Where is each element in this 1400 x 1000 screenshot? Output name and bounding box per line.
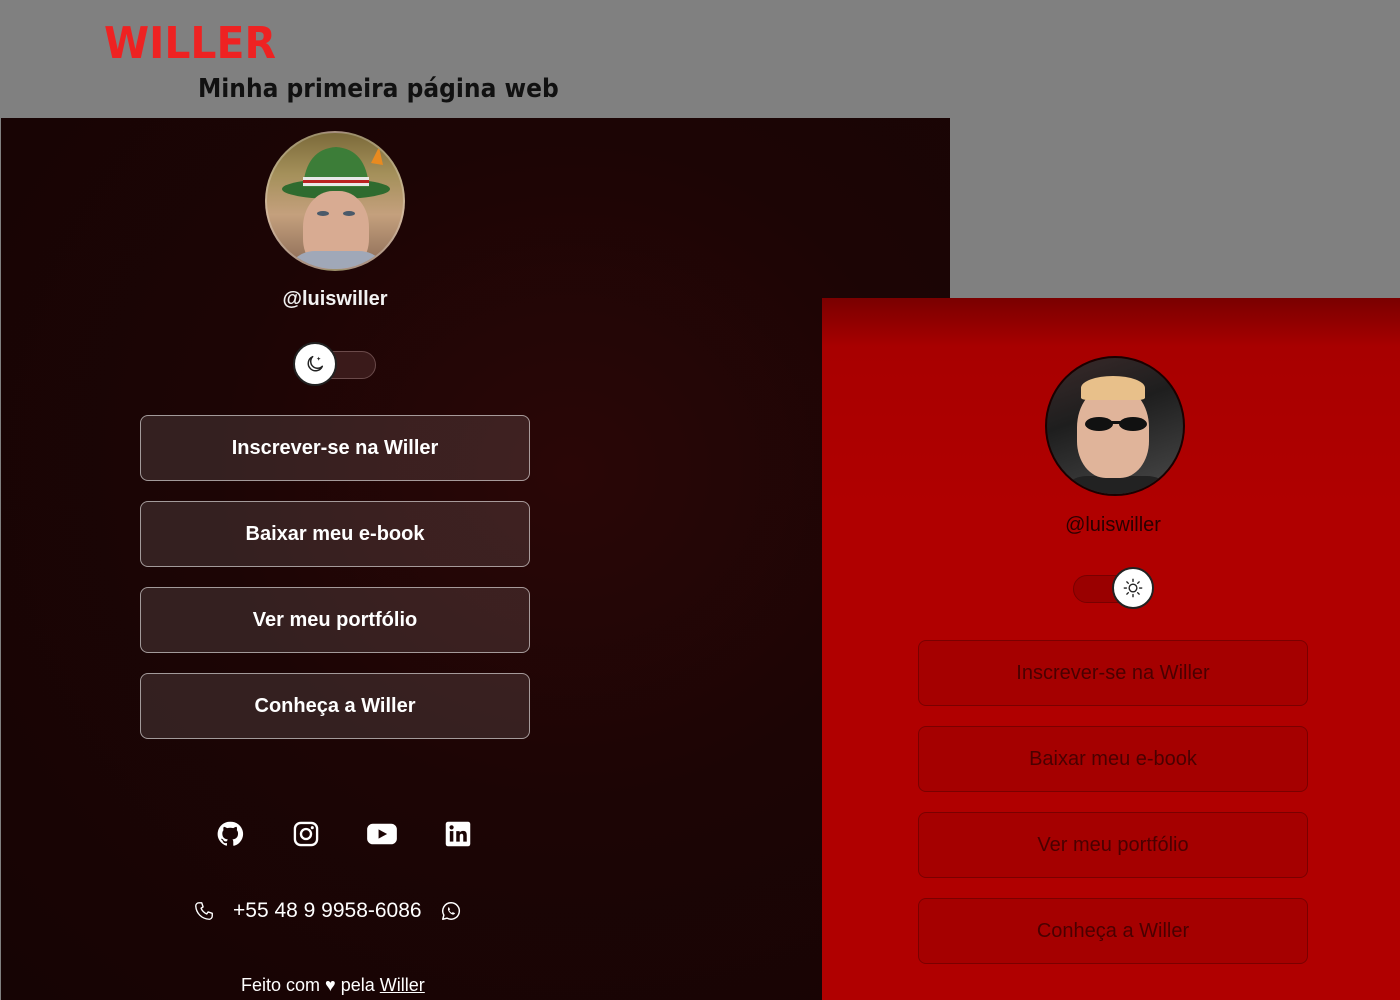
moon-icon	[307, 355, 324, 372]
subscribe-button[interactable]: Inscrever-se na Willer	[140, 415, 530, 481]
subscribe-button[interactable]: Inscrever-se na Willer	[918, 640, 1308, 706]
whatsapp-icon[interactable]	[440, 900, 462, 922]
site-subtitle: Minha primeira página web	[198, 74, 559, 104]
instagram-icon[interactable]	[290, 818, 322, 850]
sunglasses-graphic	[1085, 417, 1147, 431]
avatar	[265, 131, 405, 271]
dark-profile-panel: @luiswiller Inscrever-se na Willer Baixa…	[1, 118, 950, 1000]
shirt-graphic	[285, 251, 389, 269]
ebook-button[interactable]: Baixar meu e-book	[918, 726, 1308, 792]
site-header: WILLER Minha primeira página web	[0, 0, 1400, 118]
eye-graphic	[343, 211, 355, 216]
linkedin-icon[interactable]	[442, 818, 474, 850]
phone-icon	[195, 902, 213, 920]
avatar	[1045, 356, 1185, 496]
theme-toggle-button[interactable]	[293, 342, 337, 386]
phone-number[interactable]: +55 48 9 9958-6086	[233, 899, 422, 923]
social-links	[214, 818, 474, 850]
profile-handle: @luiswiller	[1065, 514, 1161, 536]
footer-prefix: Feito com	[241, 975, 321, 995]
sun-icon	[1123, 578, 1143, 598]
portfolio-button[interactable]: Ver meu portfólio	[918, 812, 1308, 878]
youtube-icon[interactable]	[366, 818, 398, 850]
eye-graphic	[317, 211, 329, 216]
heart-icon: ♥	[325, 975, 336, 995]
footer-author-link[interactable]: Willer	[380, 975, 425, 995]
about-button[interactable]: Conheça a Willer	[918, 898, 1308, 964]
portfolio-button[interactable]: Ver meu portfólio	[140, 587, 530, 653]
shirt-graphic	[1057, 476, 1177, 494]
footer-middle: pela	[340, 975, 375, 995]
site-title: WILLER	[104, 18, 276, 69]
footer-note: Feito com ♥ pela Willer	[241, 975, 425, 996]
light-profile-panel: @luiswiller Inscrever-se na Willer Baixa…	[822, 298, 1400, 1000]
about-button[interactable]: Conheça a Willer	[140, 673, 530, 739]
ebook-button[interactable]: Baixar meu e-book	[140, 501, 530, 567]
github-icon[interactable]	[214, 818, 246, 850]
contact-row: +55 48 9 9958-6086	[193, 896, 462, 926]
hair-graphic	[1081, 376, 1145, 400]
profile-handle: @luiswiller	[282, 288, 388, 310]
theme-toggle-button[interactable]	[1112, 567, 1154, 609]
